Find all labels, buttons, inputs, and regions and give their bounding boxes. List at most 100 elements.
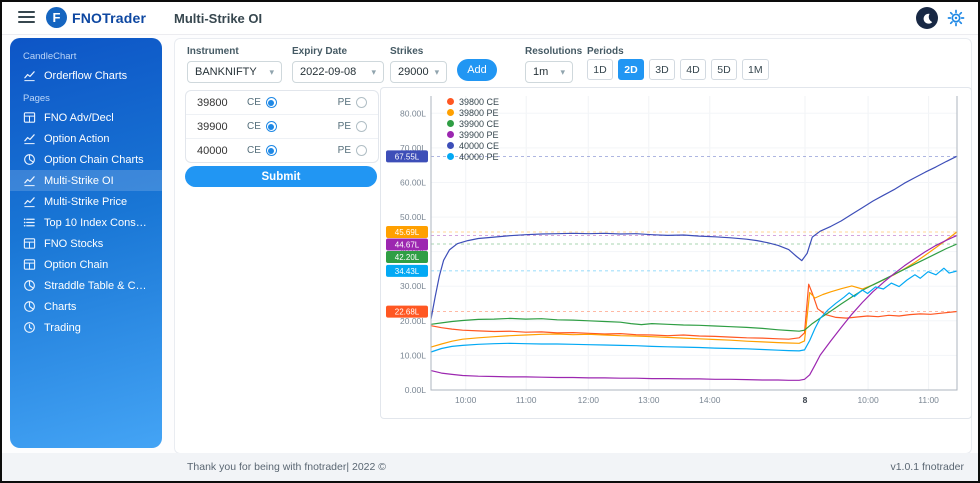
svg-text:13:00: 13:00 [638, 395, 660, 405]
period-button-4d[interactable]: 4D [680, 59, 706, 80]
expiry-select[interactable]: 2022-09-08 [292, 61, 384, 83]
sidebar-item-multi-strike-price[interactable]: Multi-Strike Price [10, 191, 162, 212]
svg-text:11:00: 11:00 [516, 395, 537, 405]
svg-text:80.00L: 80.00L [400, 108, 426, 118]
svg-text:30.00L: 30.00L [400, 281, 426, 291]
sidebar-item-straddle-table-charts[interactable]: Straddle Table & Charts [10, 275, 162, 296]
period-button-3d[interactable]: 3D [649, 59, 675, 80]
sidebar-item-charts[interactable]: Charts [10, 296, 162, 317]
table-icon [23, 111, 36, 124]
sidebar-item-fno-adv-decl[interactable]: FNO Adv/Decl [10, 107, 162, 128]
strike-value: 40000 [197, 144, 228, 157]
legend-label: 39900 PE [459, 129, 499, 140]
sidebar-item-label: Option Chain Charts [44, 153, 144, 166]
pe-option-40000: PE [338, 145, 367, 156]
app-window: F FNOTrader Multi-Strike OI CandleChart [0, 0, 980, 483]
period-button-5d[interactable]: 5D [711, 59, 737, 80]
pe-option-39800: PE [338, 97, 367, 108]
resolutions-select[interactable]: 1m [525, 61, 573, 83]
ce-radio-39800[interactable] [265, 97, 277, 108]
resolutions-value: 1m [533, 66, 549, 78]
hamburger-menu-icon[interactable] [18, 11, 35, 24]
svg-text:50.00L: 50.00L [400, 212, 426, 222]
legend-dot [447, 98, 454, 105]
ce-option-40000: CE [247, 145, 277, 156]
sidebar-item-label: Trading [44, 321, 81, 334]
period-button-2d[interactable]: 2D [618, 59, 644, 80]
svg-text:60.00L: 60.00L [400, 178, 426, 188]
legend-dot [447, 109, 454, 116]
oi-chart-panel: 0.00L10.00L20.00L30.00L40.00L50.00L60.00… [380, 87, 972, 419]
legend-item-39900-pe[interactable]: 39900 PE [447, 129, 499, 140]
table-icon [23, 258, 36, 271]
svg-text:45.69L: 45.69L [395, 228, 420, 237]
pe-radio-40000[interactable] [356, 145, 367, 156]
app-logo[interactable]: F FNOTrader [46, 7, 146, 28]
svg-text:12:00: 12:00 [578, 395, 600, 405]
instrument-control: Instrument BANKNIFTY [187, 46, 282, 83]
pe-label: PE [337, 145, 351, 156]
dark-mode-toggle[interactable] [916, 7, 938, 29]
sidebar-item-label: Option Chain [44, 258, 109, 271]
expiry-label: Expiry Date [292, 46, 348, 57]
page-title: Multi-Strike OI [174, 11, 263, 26]
sidebar-item-multi-strike-oi[interactable]: Multi-Strike OI [10, 170, 162, 191]
sidebar-item-orderflow-charts[interactable]: Orderflow Charts [10, 65, 162, 86]
pie-chart-icon [23, 300, 36, 313]
svg-text:44.67L: 44.67L [395, 241, 420, 250]
ce-label: CE [247, 121, 261, 132]
ce-option-39900: CE [247, 121, 277, 132]
sidebar-item-label: FNO Adv/Decl [44, 111, 114, 124]
sidebar-item-trading[interactable]: Trading [10, 317, 162, 338]
legend-item-40000-pe[interactable]: 40000 PE [447, 151, 499, 162]
settings-gear-icon[interactable] [947, 9, 965, 27]
periods-label: Periods [587, 46, 624, 57]
sidebar-item-top-10-index-constituents[interactable]: Top 10 Index Constituents [10, 212, 162, 233]
sidebar-item-option-chain[interactable]: Option Chain [10, 254, 162, 275]
sidebar-item-option-chain-charts[interactable]: Option Chain Charts [10, 149, 162, 170]
sidebar-item-label: Multi-Strike OI [44, 174, 114, 187]
sidebar-item-label: Straddle Table & Charts [44, 279, 149, 292]
ce-option-39800: CE [247, 97, 277, 108]
ce-radio-39900[interactable] [265, 121, 277, 132]
legend-item-39800-ce[interactable]: 39800 CE [447, 96, 499, 107]
pie-chart-icon [23, 153, 36, 166]
expiry-control: Expiry Date 2022-09-08 [292, 46, 384, 83]
resolutions-control: Resolutions 1m [525, 46, 582, 83]
svg-text:11:00: 11:00 [918, 395, 939, 405]
table-icon [23, 237, 36, 250]
svg-text:67.55L: 67.55L [395, 152, 420, 161]
resolutions-label: Resolutions [525, 46, 583, 57]
footer: Thank you for being with fnotrader| 2022… [2, 453, 978, 481]
sidebar-item-fno-stocks[interactable]: FNO Stocks [10, 233, 162, 254]
pe-radio-39800[interactable] [356, 97, 367, 108]
line-chart-icon [23, 174, 36, 187]
pe-radio-39900[interactable] [356, 121, 367, 132]
strikes-value: 29000 [398, 66, 429, 78]
ce-label: CE [247, 97, 261, 108]
legend-dot [447, 131, 454, 138]
periods-control: Periods [587, 46, 624, 57]
legend-item-40000-ce[interactable]: 40000 CE [447, 140, 499, 151]
legend-label: 39800 PE [459, 107, 499, 118]
add-button[interactable]: Add [457, 59, 497, 81]
sidebar-item-option-action[interactable]: Option Action [10, 128, 162, 149]
legend-item-39800-pe[interactable]: 39800 PE [447, 107, 499, 118]
line-chart-icon [23, 195, 36, 208]
legend-label: 40000 PE [459, 151, 499, 162]
period-button-1m[interactable]: 1M [742, 59, 769, 80]
pe-label: PE [337, 97, 351, 108]
pe-option-39900: PE [338, 121, 367, 132]
sidebar-item-label: Top 10 Index Constituents [44, 216, 149, 229]
instrument-select[interactable]: BANKNIFTY [187, 61, 282, 83]
ce-radio-40000[interactable] [265, 145, 277, 156]
svg-text:22.68L: 22.68L [395, 308, 420, 317]
sidebar-section-candlechart: CandleChart [23, 51, 77, 62]
legend-item-39900-ce[interactable]: 39900 CE [447, 118, 499, 129]
logo-icon: F [46, 7, 67, 28]
submit-button[interactable]: Submit [185, 166, 377, 187]
footer-left-text: Thank you for being with fnotrader| 2022… [187, 461, 386, 473]
strikes-select[interactable]: 29000 [390, 61, 447, 83]
svg-text:10.00L: 10.00L [400, 350, 426, 360]
period-button-1d[interactable]: 1D [587, 59, 613, 80]
